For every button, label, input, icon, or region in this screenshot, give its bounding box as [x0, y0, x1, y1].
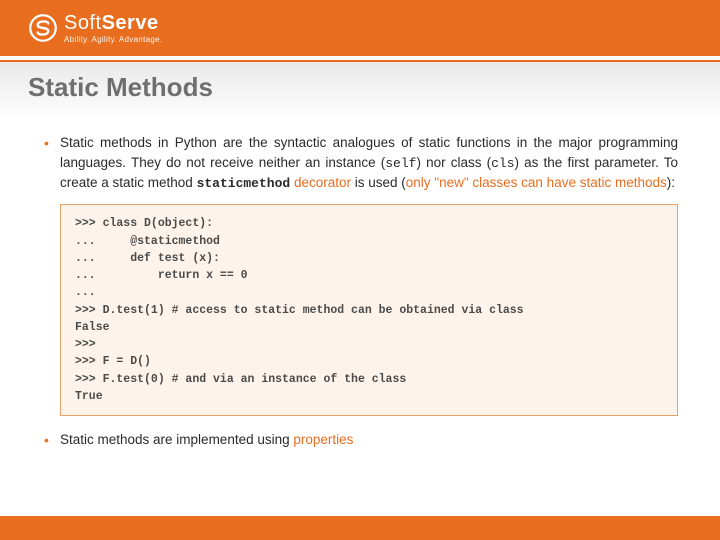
bullet-1: Static methods in Python are the syntact…	[42, 133, 678, 194]
content: Static methods in Python are the syntact…	[0, 115, 720, 450]
decorator-word: decorator	[290, 175, 351, 190]
footer-bar	[0, 516, 720, 540]
code-block: >>> class D(object): ... @staticmethod .…	[60, 204, 678, 416]
bullet-2: Static methods are implemented using pro…	[42, 430, 678, 450]
code-self: self	[385, 156, 416, 171]
brand-name: SoftServe	[64, 12, 162, 35]
logo-icon	[28, 13, 58, 43]
properties-word: properties	[293, 432, 353, 447]
note-text: only "new" classes can have static metho…	[406, 175, 667, 190]
page-title: Static Methods	[28, 72, 692, 103]
title-area: Static Methods	[0, 62, 720, 115]
code-staticmethod: staticmethod	[197, 176, 291, 191]
code-cls: cls	[491, 156, 514, 171]
header-bar: SoftServe Ability. Agility. Advantage.	[0, 0, 720, 56]
logo: SoftServe Ability. Agility. Advantage.	[28, 12, 162, 44]
brand-tagline: Ability. Agility. Advantage.	[64, 35, 162, 44]
